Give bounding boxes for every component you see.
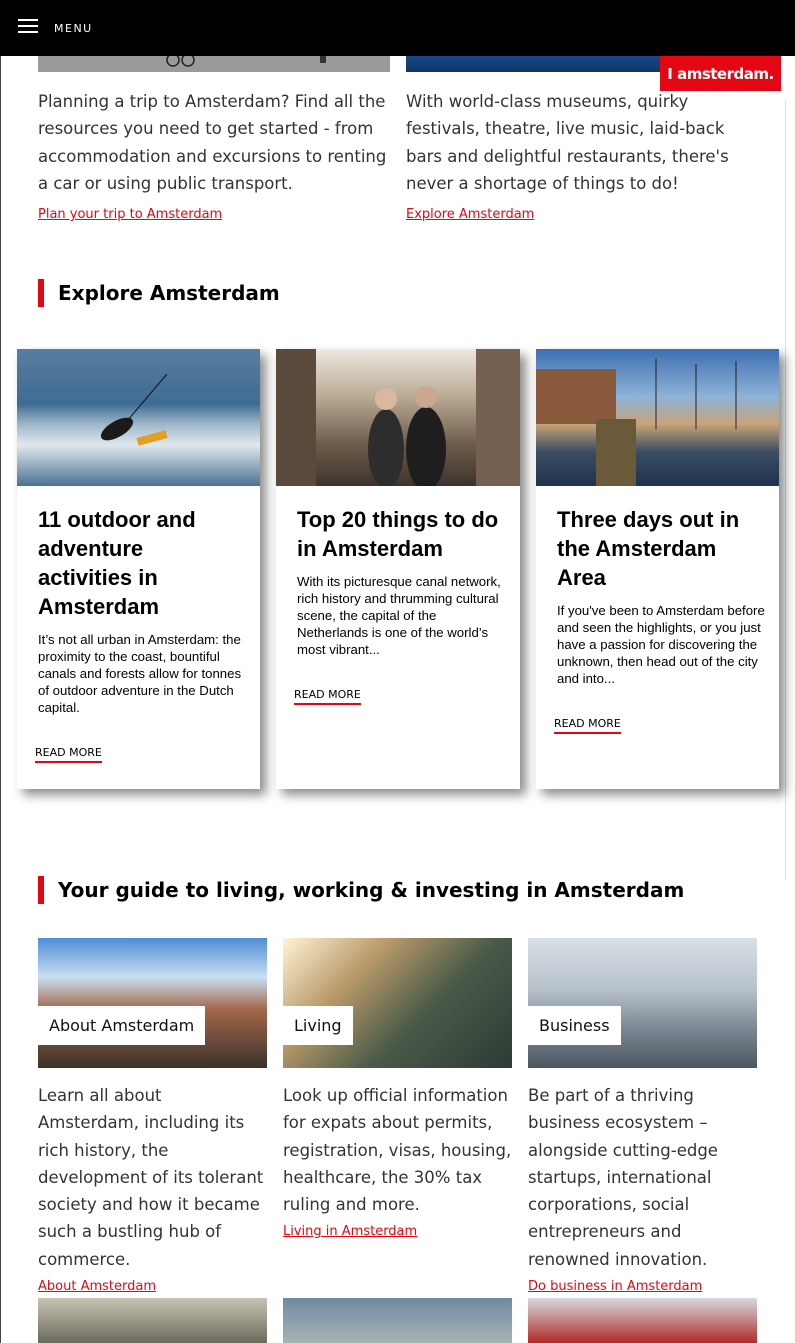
living-in-amsterdam-link[interactable]: Living in Amsterdam <box>283 1224 417 1239</box>
plan-trip-description: Planning a trip to Amsterdam? Find all t… <box>38 92 387 193</box>
explore-description: With world-class museums, quirky festiva… <box>406 92 729 193</box>
card-top-20-things[interactable]: Top 20 things to do in Amsterdam With it… <box>276 349 520 789</box>
tile-description: Be part of a thriving business ecosystem… <box>528 1086 718 1269</box>
card-excerpt: With its picturesque canal network, rich… <box>297 574 501 657</box>
page-left-border <box>0 0 1 1343</box>
tile-tag[interactable]: Business <box>528 1006 621 1045</box>
explore-heading-text: Explore Amsterdam <box>58 281 280 305</box>
card-outdoor-activities[interactable]: 11 outdoor and adventure activities in A… <box>17 349 260 789</box>
tile-about-amsterdam: About Amsterdam Learn all about Amsterda… <box>38 938 267 1295</box>
read-more-link[interactable]: READ MORE <box>554 717 621 734</box>
canal-houses-image[interactable]: About Amsterdam <box>38 938 267 1068</box>
plan-trip-link[interactable]: Plan your trip to Amsterdam <box>38 207 222 222</box>
business-meeting-image[interactable]: Business <box>528 938 757 1068</box>
building-exterior-image[interactable] <box>283 1298 512 1343</box>
guide-section-heading: Your guide to living, working & investin… <box>38 876 684 904</box>
guide-heading-text: Your guide to living, working & investin… <box>58 878 685 902</box>
hamburger-menu-icon[interactable] <box>18 19 38 33</box>
tile-description: Learn all about Amsterdam, including its… <box>38 1086 264 1269</box>
read-more-link[interactable]: READ MORE <box>35 746 102 763</box>
explore-section-heading: Explore Amsterdam <box>38 279 280 307</box>
heading-accent-bar <box>38 876 44 904</box>
card-three-days-out[interactable]: Three days out in the Amsterdam Area If … <box>536 349 779 789</box>
i-amsterdam-logo[interactable]: I amsterdam. <box>660 56 781 91</box>
couple-on-canal-image <box>276 349 520 486</box>
card-title[interactable]: 11 outdoor and adventure activities in A… <box>38 505 243 621</box>
tile-business: Business Be part of a thriving business … <box>528 938 757 1295</box>
card-excerpt: If you've been to Amsterdam before and s… <box>557 603 765 686</box>
card-title[interactable]: Top 20 things to do in Amsterdam <box>297 505 502 563</box>
harbour-boats-image <box>536 349 779 486</box>
sunset-terrace-image[interactable]: Living <box>283 938 512 1068</box>
top-navigation-bar: MENU <box>0 0 795 56</box>
tile-tag[interactable]: About Amsterdam <box>38 1006 206 1045</box>
read-more-link[interactable]: READ MORE <box>294 688 361 705</box>
menu-label[interactable]: MENU <box>54 22 93 35</box>
storefront-image[interactable] <box>528 1298 757 1343</box>
heading-accent-bar <box>38 279 44 307</box>
office-interior-image[interactable] <box>38 1298 267 1343</box>
card-excerpt: It’s not all urban in Amsterdam: the pro… <box>38 632 242 715</box>
explore-amsterdam-link[interactable]: Explore Amsterdam <box>406 207 534 222</box>
do-business-link[interactable]: Do business in Amsterdam <box>528 1279 702 1294</box>
tile-tag[interactable]: Living <box>283 1006 353 1045</box>
about-amsterdam-link[interactable]: About Amsterdam <box>38 1279 156 1294</box>
kitesurfer-image <box>17 349 260 486</box>
tile-description: Look up official information for expats … <box>283 1086 512 1215</box>
card-title[interactable]: Three days out in the Amsterdam Area <box>557 505 762 592</box>
tile-living: Living Look up official information for … <box>283 938 512 1240</box>
page-right-border <box>785 100 786 880</box>
